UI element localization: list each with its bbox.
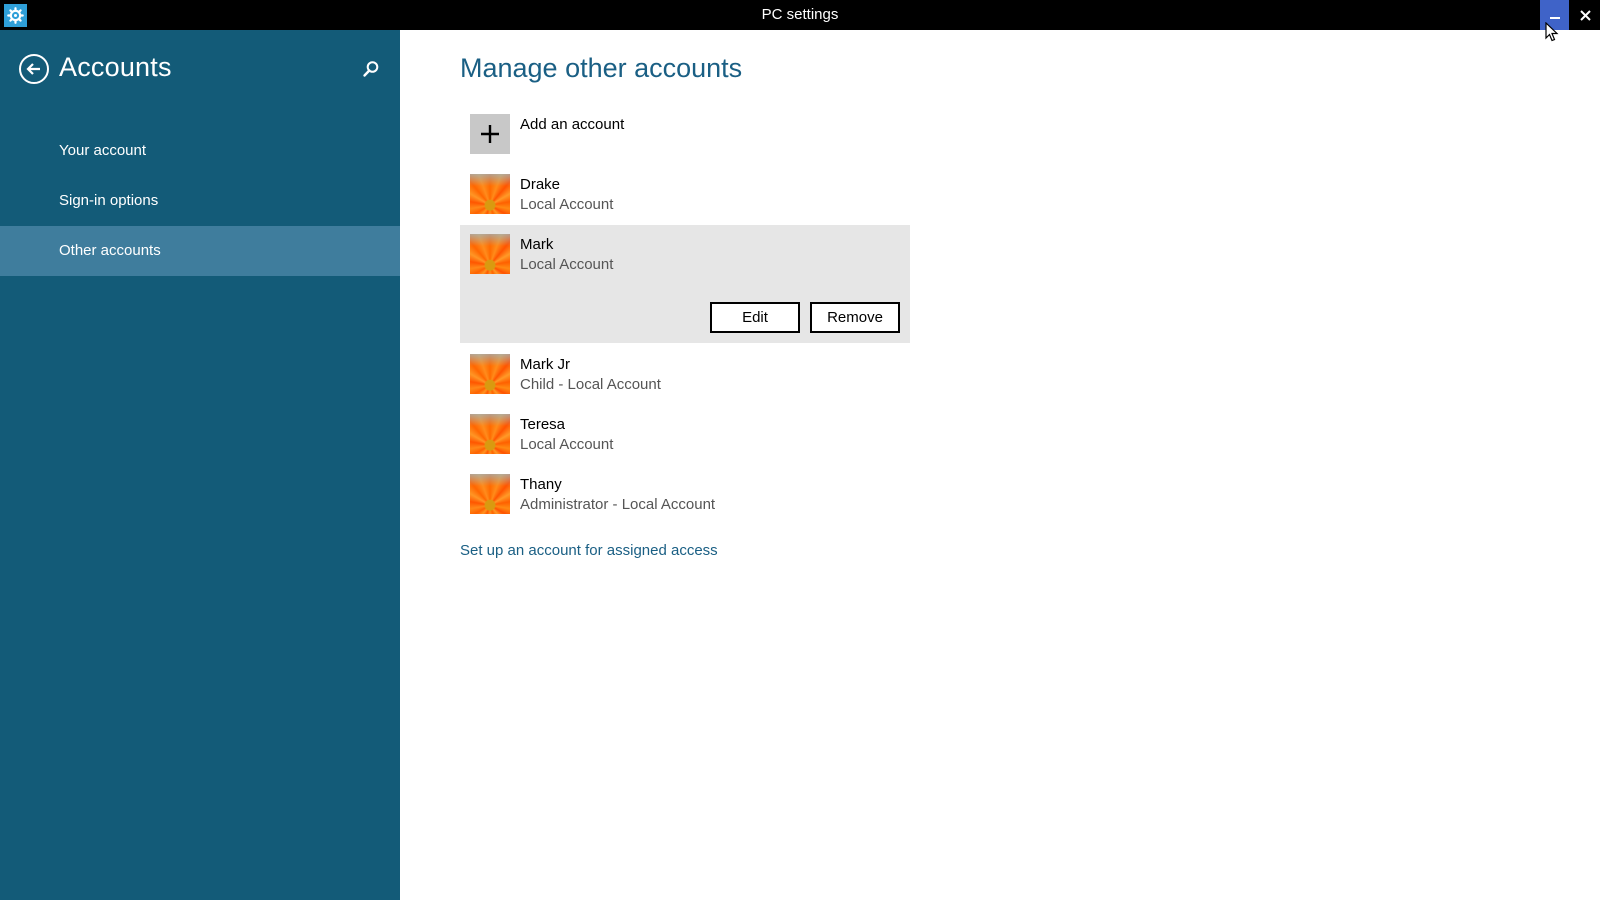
add-icon	[470, 114, 510, 154]
title-bar: PC settings	[0, 0, 1600, 30]
sidebar-nav: Your account Sign-in options Other accou…	[0, 126, 400, 276]
account-type: Administrator - Local Account	[520, 496, 716, 513]
minimize-icon	[1549, 17, 1560, 19]
account-name: Mark Jr	[520, 356, 570, 373]
main-content: Manage other accounts Add an account Dra…	[400, 30, 1600, 900]
account-type: Child - Local Account	[520, 376, 661, 393]
avatar	[470, 234, 510, 274]
account-type: Local Account	[520, 196, 614, 213]
sidebar-item-other-accounts[interactable]: Other accounts	[0, 226, 400, 276]
window-title: PC settings	[761, 6, 839, 23]
assigned-access-link[interactable]: Set up an account for assigned access	[460, 542, 718, 559]
account-name: Teresa	[520, 416, 566, 433]
close-button[interactable]	[1571, 0, 1600, 30]
close-icon	[1580, 9, 1591, 21]
search-icon[interactable]	[362, 60, 380, 78]
sidebar-title: Accounts	[59, 52, 172, 82]
remove-button[interactable]: Remove	[810, 302, 900, 333]
account-item-teresa[interactable]: Teresa Local Account	[460, 414, 910, 454]
avatar	[470, 174, 510, 214]
account-name: Mark	[520, 236, 554, 253]
account-item-thany[interactable]: Thany Administrator - Local Account	[460, 474, 910, 514]
edit-button[interactable]: Edit	[710, 302, 800, 333]
avatar	[470, 474, 510, 514]
sidebar-item-sign-in-options[interactable]: Sign-in options	[0, 176, 400, 226]
add-account-label: Add an account	[520, 116, 625, 133]
page-title: Manage other accounts	[460, 53, 743, 83]
account-item-drake[interactable]: Drake Local Account	[460, 174, 910, 214]
back-arrow-icon	[26, 63, 40, 75]
avatar	[470, 354, 510, 394]
account-type: Local Account	[520, 256, 614, 273]
account-type: Local Account	[520, 436, 614, 453]
account-item-mark-jr[interactable]: Mark Jr Child - Local Account	[460, 354, 910, 394]
sidebar-item-your-account[interactable]: Your account	[0, 126, 400, 176]
add-account-item[interactable]: Add an account	[460, 114, 910, 154]
account-name: Drake	[520, 176, 561, 193]
back-button[interactable]	[19, 54, 49, 84]
avatar	[470, 414, 510, 454]
account-item-mark[interactable]: Mark Local Account Edit Remove	[460, 225, 910, 343]
sidebar: Accounts Your account Sign-in options Ot…	[0, 30, 400, 900]
account-name: Thany	[520, 476, 562, 493]
